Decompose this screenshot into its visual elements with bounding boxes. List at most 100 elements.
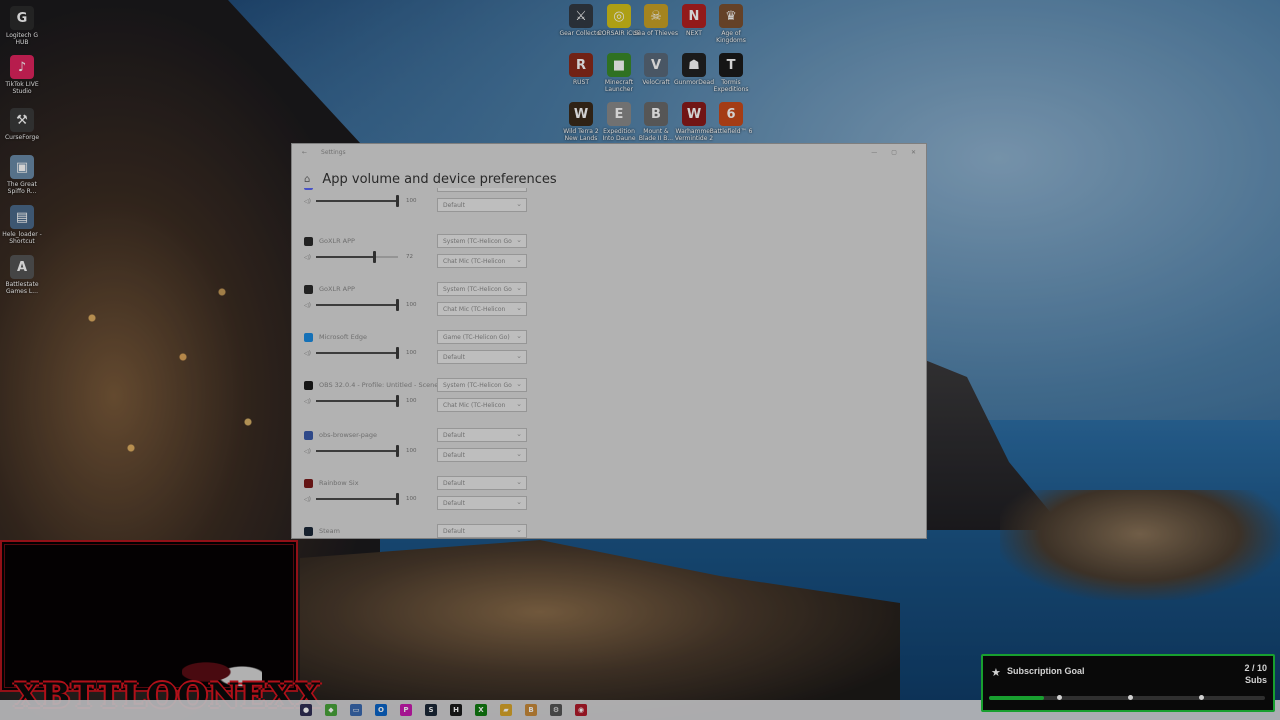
volume-slider-thumb[interactable] [396,195,399,207]
game-icon: ☗ [682,53,706,77]
desktop-shortcut-label: TikTok LIVE Studio [5,81,39,95]
desktop-shortcut[interactable]: T Tormis Expeditions [709,53,753,93]
maximize-icon[interactable]: ▢ [891,149,897,156]
output-device-dropdown[interactable]: System (TC-Helicon Go [437,282,527,296]
app-name: obs-browser-page [319,431,378,439]
output-device-dropdown[interactable]: Default [437,188,527,192]
desktop-shortcut[interactable]: ▣ The Great Spiffo R... [0,155,44,195]
speaker-icon: ◁) [304,495,311,503]
output-device-value: Default [443,431,465,439]
desktop-shortcut[interactable]: ⚒ CurseForge [0,108,44,141]
desktop-shortcut[interactable]: A Battlestate Games L... [0,255,44,295]
desktop-shortcut-label: The Great Spiffo R... [7,181,37,195]
desktop-shortcut-label: Logitech G HUB [5,32,39,46]
output-device-dropdown[interactable]: System (TC-Helicon Go [437,378,527,392]
game-icon: B [644,102,668,126]
volume-slider[interactable] [316,195,399,207]
app-icon [304,478,313,488]
xbox-icon[interactable]: X [475,704,487,716]
volume-slider[interactable] [316,493,399,505]
desktop-shortcut-label: Tormis Expeditions [713,79,749,93]
outlook-icon[interactable]: O [375,704,387,716]
output-device-dropdown[interactable]: System (TC-Helicon Go [437,234,527,248]
desktop-shortcut-label: Battlestate Games L... [5,281,39,295]
progress-marker [1128,695,1133,700]
game-icon: ▣ [10,155,34,179]
desktop-shortcut[interactable]: G Logitech G HUB [0,6,44,46]
app-volume-row: OBS 32.0.4 - Profile: Untitled - Scenes:… [304,376,534,412]
app-icon [304,526,313,536]
input-device-dropdown[interactable]: Chat Mic (TC-Helicon [437,302,527,316]
volume-value: 100 [406,198,417,204]
volume-slider-thumb[interactable] [396,347,399,359]
input-device-dropdown[interactable]: Default [437,448,527,462]
game-icon: ☠ [644,4,668,28]
obs-icon[interactable]: ● [300,704,312,716]
minimize-icon[interactable]: — [871,149,877,156]
speaker-icon: ◁) [304,301,311,309]
input-device-dropdown[interactable]: Default [437,198,527,212]
output-device-dropdown[interactable]: Default [437,524,527,538]
game-icon: N [682,4,706,28]
volume-slider[interactable] [316,299,399,311]
game-icon: V [644,53,668,77]
hub-icon[interactable]: H [450,704,462,716]
volume-value: 72 [406,254,413,260]
input-device-value: Default [443,499,465,507]
b-app-icon[interactable]: B [525,704,537,716]
close-icon[interactable]: ✕ [911,149,916,156]
volume-slider-fill [316,400,398,402]
volume-slider-fill [316,498,398,500]
volume-slider-thumb[interactable] [373,251,376,263]
output-device-dropdown[interactable]: Default [437,476,527,490]
pinned-app-icon[interactable]: P [400,704,412,716]
app-volume-list[interactable]: Discord ◁) 100 Default Default GoXLR APP ◁) 72 S… [304,188,534,538]
desktop-shortcut[interactable]: ▤ Hele_loader - Shortcut [0,205,44,245]
speaker-icon: ◁) [304,253,311,261]
volume-slider-thumb[interactable] [396,299,399,311]
record-icon[interactable]: ◉ [575,704,587,716]
gear-icon[interactable]: ⚙ [550,704,562,716]
volume-slider-thumb[interactable] [396,395,399,407]
steam-icon[interactable]: S [425,704,437,716]
subscription-goal-count: 2 / 10 Subs [1244,662,1267,686]
input-device-dropdown[interactable]: Chat Mic (TC-Helicon [437,398,527,412]
app-volume-row: Rainbow Six ◁) 100 Default Default [304,474,534,510]
desktop-shortcut[interactable]: ♛ Age of Kingdoms [709,4,753,44]
volume-slider[interactable] [316,445,399,457]
desktop-shortcut[interactable]: ♪ TikTok LIVE Studio [0,55,44,95]
output-device-value: System (TC-Helicon Go [443,237,512,245]
subscription-goal-title: Subscription Goal [1007,666,1085,676]
subscription-count: 2 / 10 [1244,663,1267,673]
output-device-dropdown[interactable]: Game (TC-Helicon Go) [437,330,527,344]
battlestate-icon: A [10,255,34,279]
volume-slider[interactable] [316,347,399,359]
window-icon[interactable]: ▭ [350,704,362,716]
subscription-progress-bar [989,695,1265,700]
output-device-dropdown[interactable]: Default [437,428,527,442]
app-volume-row: Steam◁)100Default [304,522,534,538]
home-icon[interactable]: ⌂ [304,174,310,185]
green-app-icon[interactable]: ◆ [325,704,337,716]
volume-value: 100 [406,496,417,502]
input-device-dropdown[interactable]: Default [437,496,527,510]
settings-window[interactable]: ← Settings — ▢ ✕ ⌂ App volume and device… [291,143,927,539]
folder-icon[interactable]: ▰ [500,704,512,716]
back-arrow-icon[interactable]: ← [302,149,307,156]
volume-slider[interactable] [316,251,398,263]
minecraft-icon: ■ [607,53,631,77]
input-device-dropdown[interactable]: Chat Mic (TC-Helicon [437,254,527,268]
speaker-icon: ◁) [304,447,311,455]
rust-icon: R [569,53,593,77]
input-device-dropdown[interactable]: Default [437,350,527,364]
desktop-shortcut[interactable]: 6 Battlefield™ 6 [709,102,753,135]
title-bar[interactable]: ← Settings — ▢ ✕ [292,144,926,160]
volume-slider-fill [316,304,398,306]
volume-slider-thumb[interactable] [396,445,399,457]
volume-slider-thumb[interactable] [396,493,399,505]
subscription-goal-widget: ★ Subscription Goal 2 / 10 Subs [981,654,1275,712]
desktop-shortcut-label: CurseForge [4,134,40,141]
progress-marker [1057,695,1062,700]
app-icon [304,236,313,246]
volume-slider[interactable] [316,395,399,407]
